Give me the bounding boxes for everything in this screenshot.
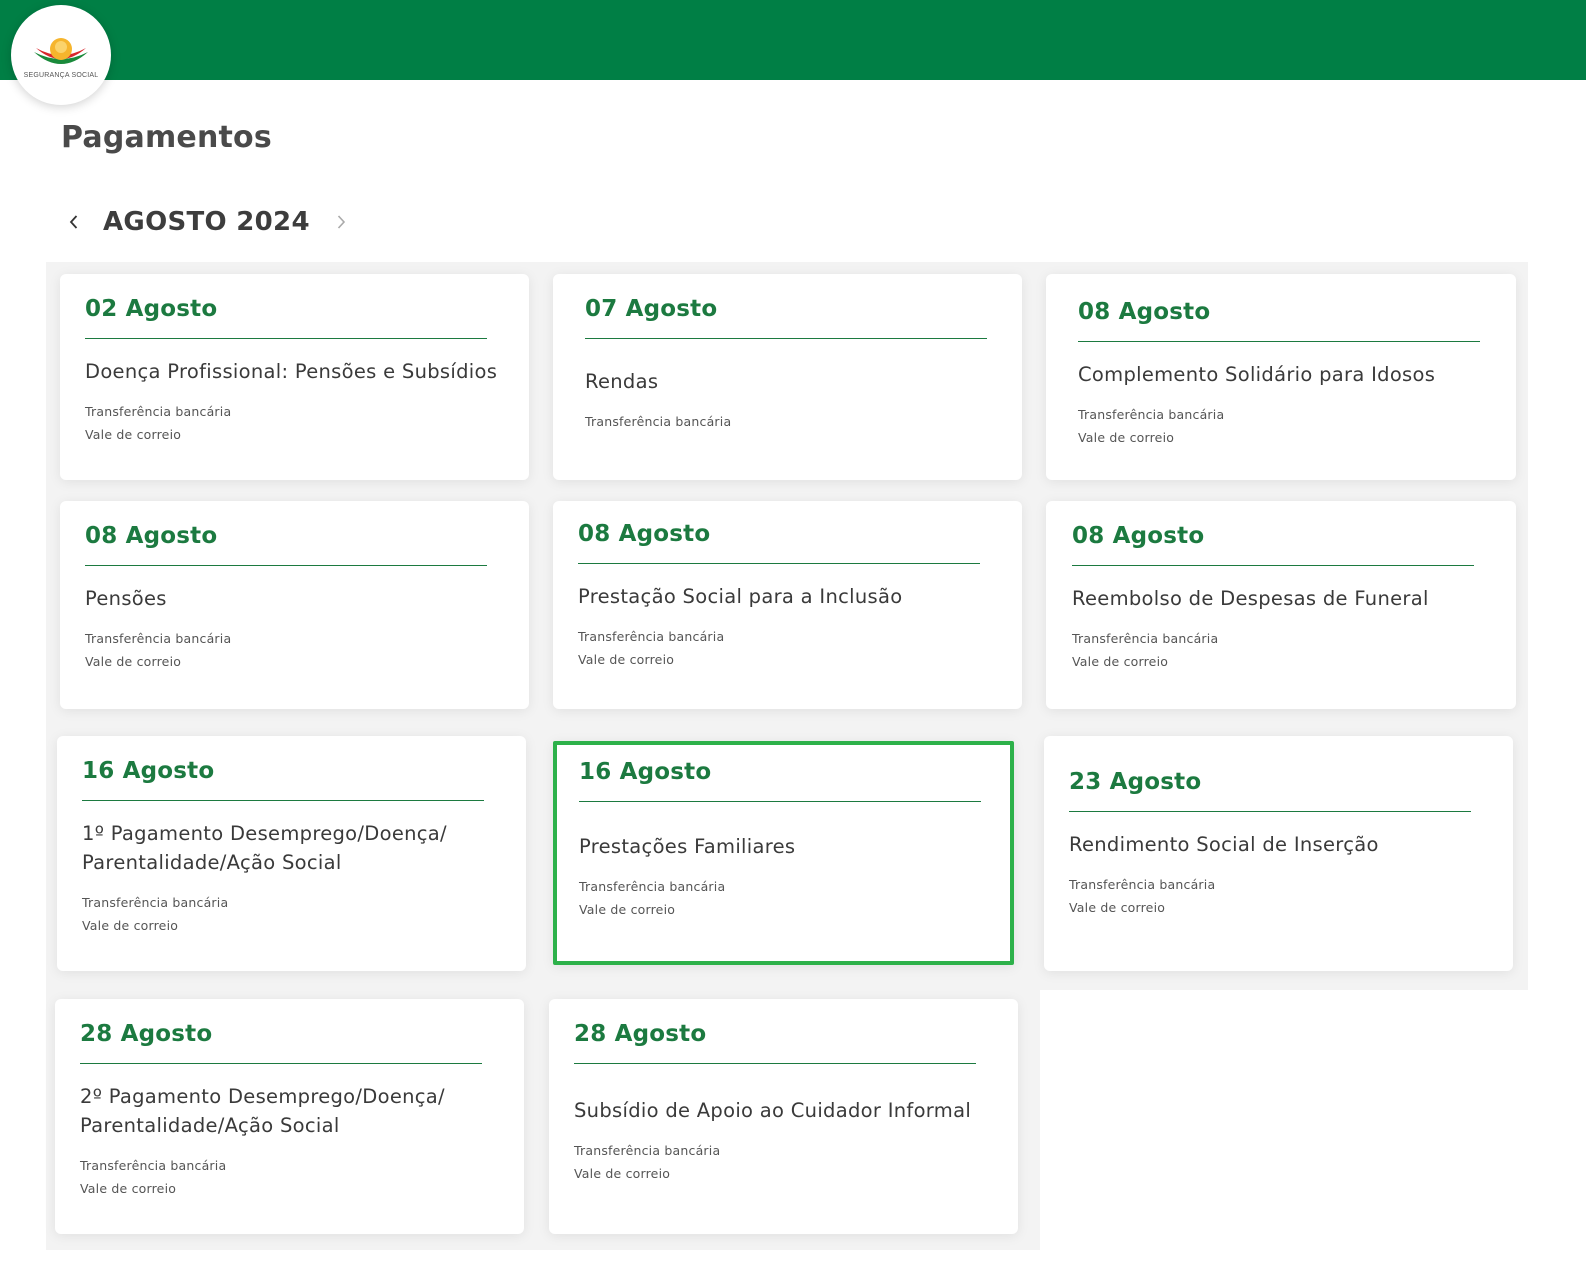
card-title: Pensões: [85, 587, 167, 610]
payment-card[interactable]: 08 Agosto Complemento Solidário para Ido…: [1046, 274, 1516, 480]
payment-method: Vale de correio: [578, 652, 675, 667]
payment-method: Vale de correio: [85, 427, 182, 442]
payment-card[interactable]: 08 Agosto Pensões Transferência bancária…: [60, 501, 529, 709]
previous-month-button[interactable]: [61, 209, 87, 235]
payment-card[interactable]: 16 Agosto 1º Pagamento Desemprego/Doença…: [57, 736, 526, 971]
payment-methods: Transferência bancária Vale de correio: [579, 875, 986, 921]
card-title: 2º Pagamento Desemprego/Doença/ Parental…: [80, 1085, 445, 1137]
card-title: Reembolso de Despesas de Funeral: [1072, 587, 1429, 610]
card-date: 16 Agosto: [579, 759, 981, 802]
payment-method: Transferência bancária: [574, 1143, 721, 1158]
payment-card[interactable]: 08 Agosto Reembolso de Despesas de Funer…: [1046, 501, 1516, 709]
payment-method: Transferência bancária: [85, 631, 232, 646]
top-header-bar: [0, 0, 1586, 80]
card-date: 08 Agosto: [85, 523, 487, 566]
card-title: Prestações Familiares: [579, 835, 796, 858]
card-title: Complemento Solidário para Idosos: [1078, 363, 1436, 386]
card-title: Rendas: [585, 370, 659, 393]
card-date: 28 Agosto: [80, 1021, 482, 1064]
payment-methods: Transferência bancária Vale de correio: [574, 1139, 994, 1185]
payment-card[interactable]: 28 Agosto Subsídio de Apoio ao Cuidador …: [549, 999, 1018, 1234]
payment-card[interactable]: 08 Agosto Prestação Social para a Inclus…: [553, 501, 1022, 709]
payment-method: Transferência bancária: [82, 895, 229, 910]
next-month-button[interactable]: [328, 209, 354, 235]
payment-methods: Transferência bancária Vale de correio: [1072, 627, 1492, 673]
payment-methods: Transferência bancária Vale de correio: [1069, 873, 1489, 919]
payment-card[interactable]: 07 Agosto Rendas Transferência bancária: [553, 274, 1022, 480]
payment-method: Vale de correio: [82, 918, 179, 933]
payment-method: Transferência bancária: [1078, 407, 1225, 422]
payment-method: Transferência bancária: [579, 879, 726, 894]
logo-text: SEGURANÇA SOCIAL: [23, 71, 99, 79]
card-date: 23 Agosto: [1069, 769, 1471, 812]
payment-methods: Transferência bancária Vale de correio: [578, 625, 998, 671]
card-date: 07 Agosto: [585, 296, 987, 339]
card-title: Rendimento Social de Inserção: [1069, 833, 1379, 856]
payment-method: Vale de correio: [1069, 900, 1166, 915]
current-month-label: AGOSTO 2024: [103, 207, 310, 237]
payment-methods: Transferência bancária Vale de correio: [85, 627, 505, 673]
payment-card[interactable]: 28 Agosto 2º Pagamento Desemprego/Doença…: [55, 999, 524, 1234]
seguranca-social-logo[interactable]: SEGURANÇA SOCIAL: [11, 5, 111, 105]
payment-method: Transferência bancária: [80, 1158, 227, 1173]
payment-method: Vale de correio: [574, 1166, 671, 1181]
payment-card-selected[interactable]: 16 Agosto Prestações Familiares Transfer…: [553, 741, 1014, 965]
payment-methods: Transferência bancária Vale de correio: [82, 891, 502, 937]
payment-methods: Transferência bancária Vale de correio: [80, 1154, 500, 1200]
card-title: Prestação Social para a Inclusão: [578, 585, 903, 608]
payment-card[interactable]: 23 Agosto Rendimento Social de Inserção …: [1044, 736, 1513, 971]
card-date: 02 Agosto: [85, 296, 487, 339]
card-date: 08 Agosto: [578, 521, 980, 564]
payment-method: Vale de correio: [1072, 654, 1169, 669]
payment-methods: Transferência bancária Vale de correio: [1078, 403, 1492, 449]
payment-method: Transferência bancária: [1069, 877, 1216, 892]
payment-card[interactable]: 02 Agosto Doença Profissional: Pensões e…: [60, 274, 529, 480]
card-date: 08 Agosto: [1072, 523, 1474, 566]
payment-method: Vale de correio: [1078, 430, 1175, 445]
card-date: 16 Agosto: [82, 758, 484, 801]
payment-method: Vale de correio: [85, 654, 182, 669]
card-title: 1º Pagamento Desemprego/Doença/ Parental…: [82, 822, 447, 874]
payment-method: Vale de correio: [80, 1181, 177, 1196]
payment-methods: Transferência bancária Vale de correio: [85, 400, 505, 446]
month-navigation: AGOSTO 2024: [61, 200, 354, 244]
logo-emblem-icon: [34, 37, 88, 64]
card-title: Subsídio de Apoio ao Cuidador Informal: [574, 1099, 972, 1122]
payment-method: Transferência bancária: [85, 404, 232, 419]
payment-methods: Transferência bancária: [585, 410, 998, 433]
card-date: 28 Agosto: [574, 1021, 976, 1064]
card-date: 08 Agosto: [1078, 299, 1480, 342]
payment-method: Vale de correio: [579, 902, 676, 917]
chevron-left-icon: [69, 215, 78, 229]
payment-method: Transferência bancária: [1072, 631, 1219, 646]
chevron-right-icon: [337, 215, 345, 229]
payment-method: Transferência bancária: [585, 414, 732, 429]
card-title: Doença Profissional: Pensões e Subsídios: [85, 360, 498, 383]
payment-method: Transferência bancária: [578, 629, 725, 644]
page-title: Pagamentos: [61, 120, 272, 155]
